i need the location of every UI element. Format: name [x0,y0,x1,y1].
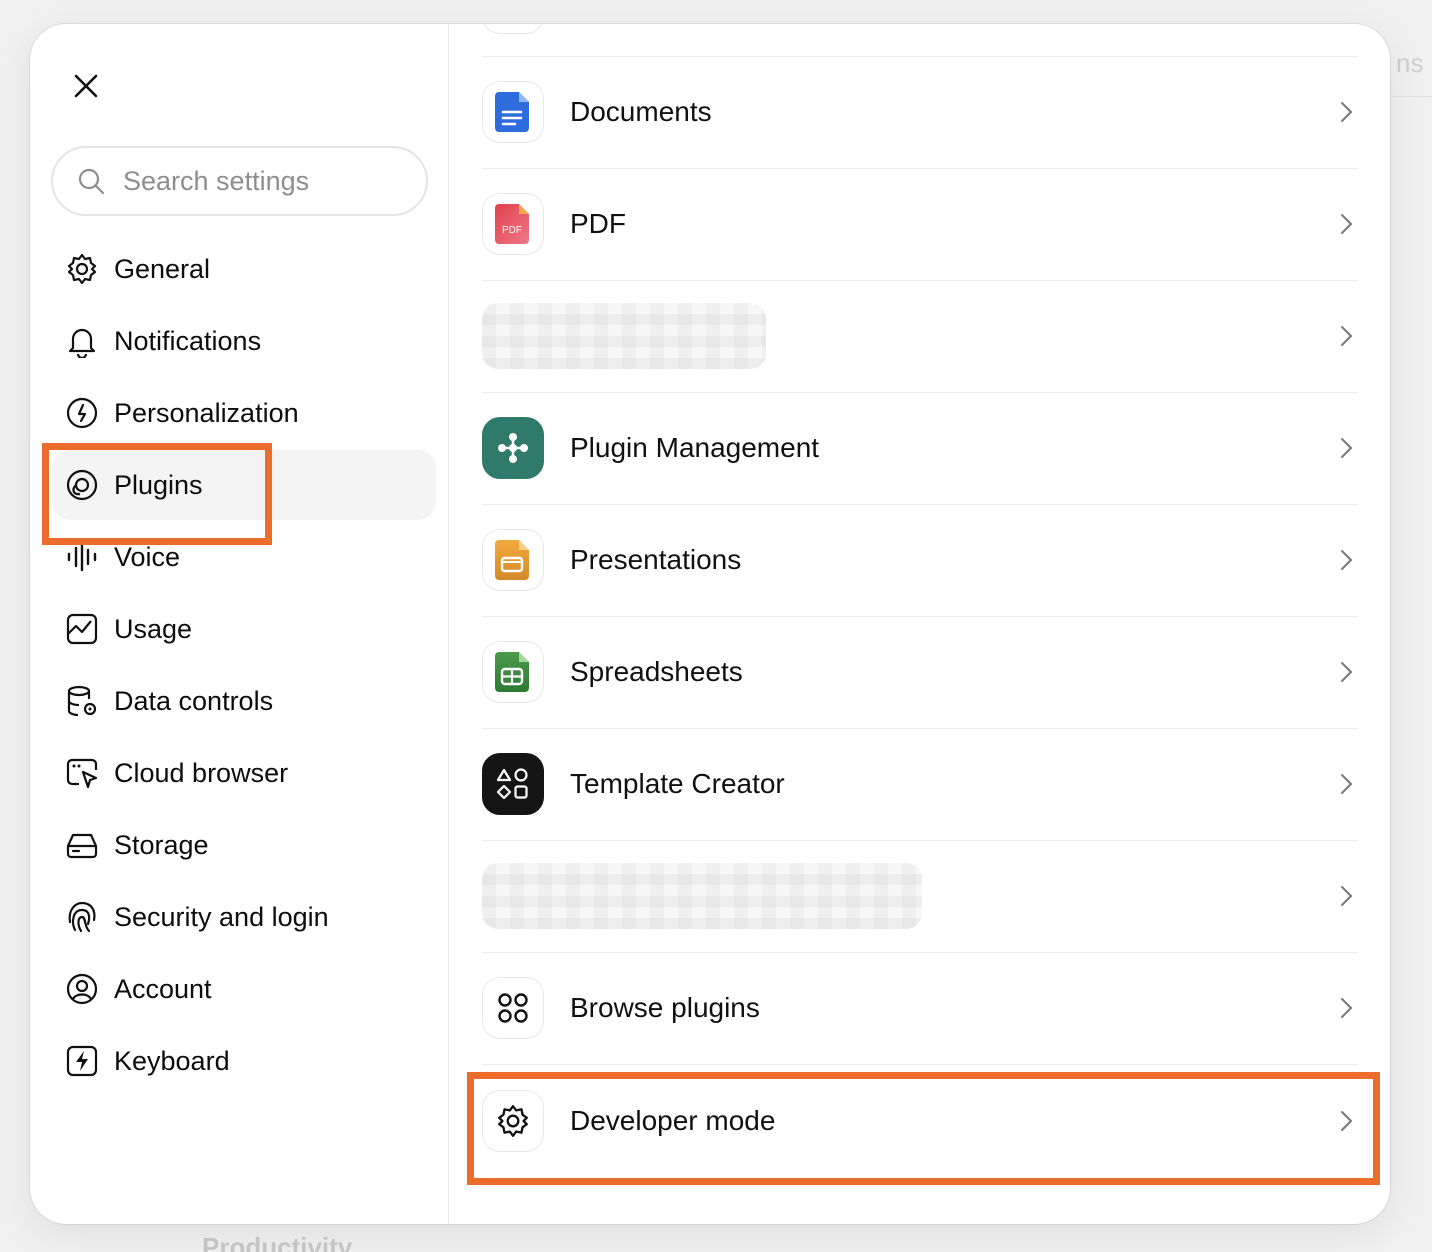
sidebar-item-data-controls[interactable]: Data controls [52,666,436,736]
chevron-right-icon [1341,774,1352,794]
plugin-row-browse-plugins[interactable]: Browse plugins [482,952,1358,1064]
plugins-panel: Documents PDF PDF Plugin Management Pres… [450,24,1390,1224]
pdf-icon-text: PDF [502,225,522,236]
settings-sidebar: General Notifications Personalization Pl… [30,24,449,1224]
search-field[interactable] [51,146,428,216]
plugin-row-presentations[interactable]: Presentations [482,504,1358,616]
keyboard-shortcut-icon [64,1043,100,1079]
sidebar-item-label: General [114,253,211,284]
sidebar-item-notifications[interactable]: Notifications [52,306,436,376]
chevron-right-icon [1341,214,1352,234]
settings-modal: General Notifications Personalization Pl… [30,24,1390,1224]
chevron-right-icon [1341,102,1352,122]
plugin-label: Documents [570,96,712,127]
bell-icon [64,323,100,359]
chevron-right-icon [1341,1111,1352,1131]
plugin-label: Presentations [570,544,742,575]
close-button[interactable] [66,66,106,106]
plugin-label: PDF [570,208,626,239]
browse-plugins-icon [482,977,544,1039]
sidebar-item-label: Account [114,973,212,1004]
search-icon [78,168,105,195]
chevron-right-icon [1341,886,1352,906]
account-icon [64,971,100,1007]
chevron-right-icon [1341,662,1352,682]
sidebar-item-label: Personalization [114,397,299,428]
sidebar-item-account[interactable]: Account [52,954,436,1024]
template-creator-icon [482,753,544,815]
redacted-content [482,303,766,369]
sidebar-item-usage[interactable]: Usage [52,594,436,664]
presentations-icon [482,529,544,591]
fingerprint-icon [64,899,100,935]
sidebar-item-label: Usage [114,613,193,644]
redacted-content [482,863,922,929]
sidebar-item-label: Storage [114,829,209,860]
plugin-label: Developer mode [570,1105,776,1136]
gear-icon [482,1090,544,1152]
documents-icon [482,81,544,143]
sidebar-item-label: Security and login [114,901,329,932]
database-gear-icon [64,683,100,719]
plugin-management-icon [482,417,544,479]
background-text-bottom: Productivity [202,1232,353,1252]
plugin-row-documents[interactable]: Documents [482,56,1358,168]
search-input[interactable] [123,165,383,197]
plugin-label: Template Creator [570,768,785,799]
plugin-row-spreadsheets[interactable]: Spreadsheets [482,616,1358,728]
sidebar-item-personalization[interactable]: Personalization [52,378,436,448]
gear-icon [64,251,100,287]
sidebar-item-general[interactable]: General [52,234,436,304]
plugin-row-developer-mode[interactable]: Developer mode [482,1065,1358,1177]
sidebar-item-label: Cloud browser [114,757,289,788]
chevron-right-icon [1341,438,1352,458]
plugin-label: Browse plugins [570,992,760,1023]
background-text-right: ns [1396,48,1424,78]
plugins-icon [64,467,100,503]
sidebar-item-plugins[interactable]: Plugins [52,450,436,520]
storage-drive-icon [64,827,100,863]
chevron-right-icon [1341,550,1352,570]
close-icon [74,74,98,98]
sidebar-item-security[interactable]: Security and login [52,882,436,952]
chevron-right-icon [1341,326,1352,346]
sidebar-item-storage[interactable]: Storage [52,810,436,880]
spreadsheets-icon [482,641,544,703]
voice-waveform-icon [64,539,100,575]
plugin-label: Plugin Management [570,432,820,463]
plugin-row-pdf[interactable]: PDF PDF [482,168,1358,280]
background-divider [1392,96,1432,97]
sidebar-item-voice[interactable]: Voice [52,522,436,592]
plugin-row-redacted[interactable] [482,280,1358,392]
plugin-label: Spreadsheets [570,656,743,687]
pdf-icon: PDF [482,193,544,255]
plugin-row-redacted[interactable] [482,840,1358,952]
sidebar-item-label: Plugins [114,469,203,500]
sidebar-item-label: Notifications [114,325,262,356]
personalization-icon [64,395,100,431]
usage-chart-icon [64,611,100,647]
partial-app-icon [482,24,544,34]
chevron-right-icon [1341,998,1352,1018]
plugin-row-template-creator[interactable]: Template Creator [482,728,1358,840]
sidebar-item-label: Voice [114,541,181,572]
plugin-row-plugin-management[interactable]: Plugin Management [482,392,1358,504]
sidebar-item-keyboard[interactable]: Keyboard [52,1026,436,1096]
cloud-browser-icon [64,755,100,791]
sidebar-item-cloud-browser[interactable]: Cloud browser [52,738,436,808]
sidebar-item-label: Keyboard [114,1045,230,1076]
sidebar-item-label: Data controls [114,685,274,716]
